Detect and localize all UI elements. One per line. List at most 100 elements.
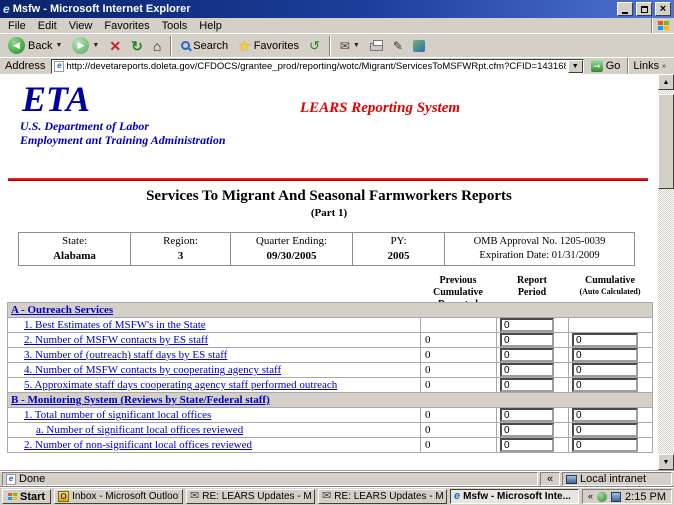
system-tray: « 2:15 PM (582, 489, 672, 504)
scroll-up-icon[interactable]: ▲ (658, 74, 674, 90)
close-icon: × (660, 4, 666, 15)
outlook-icon: O (58, 491, 69, 502)
row-label-cell: 4. Number of MSFW contacts by cooperatin… (8, 363, 421, 378)
favorites-label: Favorites (254, 40, 299, 52)
cumulative-cell (569, 348, 653, 363)
mail-envelope-icon: ✉ (322, 491, 331, 502)
cumulative-input[interactable] (572, 408, 638, 422)
status-chevron-icon: « (547, 473, 553, 485)
row-link[interactable]: 2. Number of non-significant local offic… (24, 439, 252, 451)
close-button[interactable]: × (655, 2, 671, 16)
print-button[interactable] (366, 35, 387, 56)
state-value: Alabama (23, 250, 126, 262)
address-label: Address (3, 60, 47, 72)
menu-help[interactable]: Help (193, 19, 228, 33)
start-button[interactable]: Start (2, 489, 51, 504)
report-period-cell (497, 333, 569, 348)
section-cell: B - Monitoring System (Reviews by State/… (8, 393, 653, 408)
menu-file[interactable]: File (2, 19, 32, 33)
tray-network-icon[interactable] (611, 492, 621, 502)
task-label: RE: LEARS Updates - Me... (334, 491, 443, 502)
address-input[interactable] (66, 60, 565, 73)
clock: 2:15 PM (625, 491, 666, 503)
report-period-input[interactable] (500, 423, 554, 437)
windows-logo-icon (652, 18, 674, 33)
tray-chevron-icon[interactable]: « (588, 492, 593, 501)
previous-cumulative-value (421, 318, 497, 333)
cumulative-input[interactable] (572, 423, 638, 437)
row-link[interactable]: a. Number of significant local offices r… (36, 424, 243, 436)
report-row: 3. Number of (outreach) staff days by ES… (8, 348, 653, 363)
taskbar-button-outlook[interactable]: O Inbox - Microsoft Outlook (54, 489, 183, 504)
row-link[interactable]: 3. Number of (outreach) staff days by ES… (24, 349, 227, 361)
page-content: ETA LEARS Reporting System U.S. Departme… (0, 74, 658, 470)
section-cell: A - Outreach Services (8, 303, 653, 318)
back-label: Back (28, 40, 52, 52)
go-button[interactable]: ➞ Go (588, 58, 624, 74)
row-link[interactable]: 5. Approximate staff days cooperating ag… (24, 379, 337, 391)
forward-dropdown-icon[interactable]: ▼ (92, 42, 99, 49)
cumulative-input[interactable] (572, 363, 638, 377)
report-period-input[interactable] (500, 333, 554, 347)
menubar: File Edit View Favorites Tools Help (0, 18, 674, 33)
row-link[interactable]: 1. Total number of significant local off… (24, 409, 211, 421)
mail-button[interactable]: ✉ ▼ (336, 35, 364, 56)
ie-icon: e (454, 491, 460, 502)
taskbar-button-mail-2[interactable]: ✉ RE: LEARS Updates - Me... (318, 489, 447, 504)
taskbar-button-mail-1[interactable]: ✉ RE: LEARS Updates - Me... (186, 489, 315, 504)
back-dropdown-icon[interactable]: ▼ (55, 42, 62, 49)
tray-status-icon[interactable] (597, 492, 607, 502)
search-button[interactable]: Search (177, 35, 232, 56)
report-period-input[interactable] (500, 408, 554, 422)
section-link[interactable]: B - Monitoring System (Reviews by State/… (11, 394, 270, 406)
report-period-input[interactable] (500, 378, 554, 392)
minimize-button[interactable] (617, 2, 633, 16)
cumulative-input[interactable] (572, 348, 638, 362)
header-cum-line1: Cumulative (568, 275, 652, 287)
menu-favorites[interactable]: Favorites (98, 19, 155, 33)
home-button[interactable]: ⌂ (149, 35, 165, 56)
toolbar-separator (329, 36, 331, 56)
report-period-input[interactable] (500, 363, 554, 377)
edit-button[interactable]: ✎ (389, 35, 407, 56)
scroll-down-icon[interactable]: ▼ (658, 454, 674, 470)
messenger-icon (413, 40, 425, 52)
menu-tools[interactable]: Tools (156, 19, 194, 33)
row-link[interactable]: 1. Best Estimates of MSFW's in the State (24, 319, 206, 331)
report-period-input[interactable] (500, 438, 554, 452)
address-dropdown-button[interactable]: ▼ (568, 60, 583, 73)
quarter-label: Quarter Ending: (235, 235, 348, 247)
menu-edit[interactable]: Edit (32, 19, 63, 33)
edit-pencil-icon: ✎ (393, 40, 403, 52)
cumulative-input[interactable] (572, 378, 638, 392)
minimize-icon (622, 12, 628, 14)
forward-button[interactable]: ▶ ▼ (68, 35, 103, 56)
report-period-input[interactable] (500, 348, 554, 362)
row-link[interactable]: 4. Number of MSFW contacts by cooperatin… (24, 364, 281, 376)
cumulative-input[interactable] (572, 438, 638, 452)
cumulative-cell (569, 333, 653, 348)
cumulative-cell (569, 318, 653, 333)
vscroll-thumb[interactable] (658, 94, 674, 189)
stop-button[interactable]: ✕ (105, 35, 125, 56)
cumulative-input[interactable] (572, 333, 638, 347)
menu-view[interactable]: View (63, 19, 99, 33)
report-row: 4. Number of MSFW contacts by cooperatin… (8, 363, 653, 378)
status-text: Done (19, 473, 45, 485)
vertical-scrollbar[interactable]: ▲ ▼ (658, 74, 674, 470)
favorites-button[interactable]: ★ Favorites (234, 35, 303, 56)
messenger-button[interactable] (409, 35, 429, 56)
taskbar-button-msfw[interactable]: e Msfw - Microsoft Inte... (450, 489, 579, 504)
status-page-icon: e (6, 474, 16, 485)
start-label: Start (20, 491, 45, 503)
report-period-input[interactable] (500, 318, 554, 332)
history-button[interactable]: ↺ (305, 35, 324, 56)
links-button[interactable]: Links » (627, 58, 671, 74)
refresh-button[interactable]: ↻ (127, 35, 147, 56)
vscroll-track[interactable] (658, 90, 674, 454)
mail-dropdown-icon[interactable]: ▼ (353, 42, 360, 49)
back-button[interactable]: ◀ Back ▼ (4, 35, 66, 56)
section-link[interactable]: A - Outreach Services (11, 304, 113, 316)
maximize-button[interactable] (636, 2, 652, 16)
row-link[interactable]: 2. Number of MSFW contacts by ES staff (24, 334, 208, 346)
